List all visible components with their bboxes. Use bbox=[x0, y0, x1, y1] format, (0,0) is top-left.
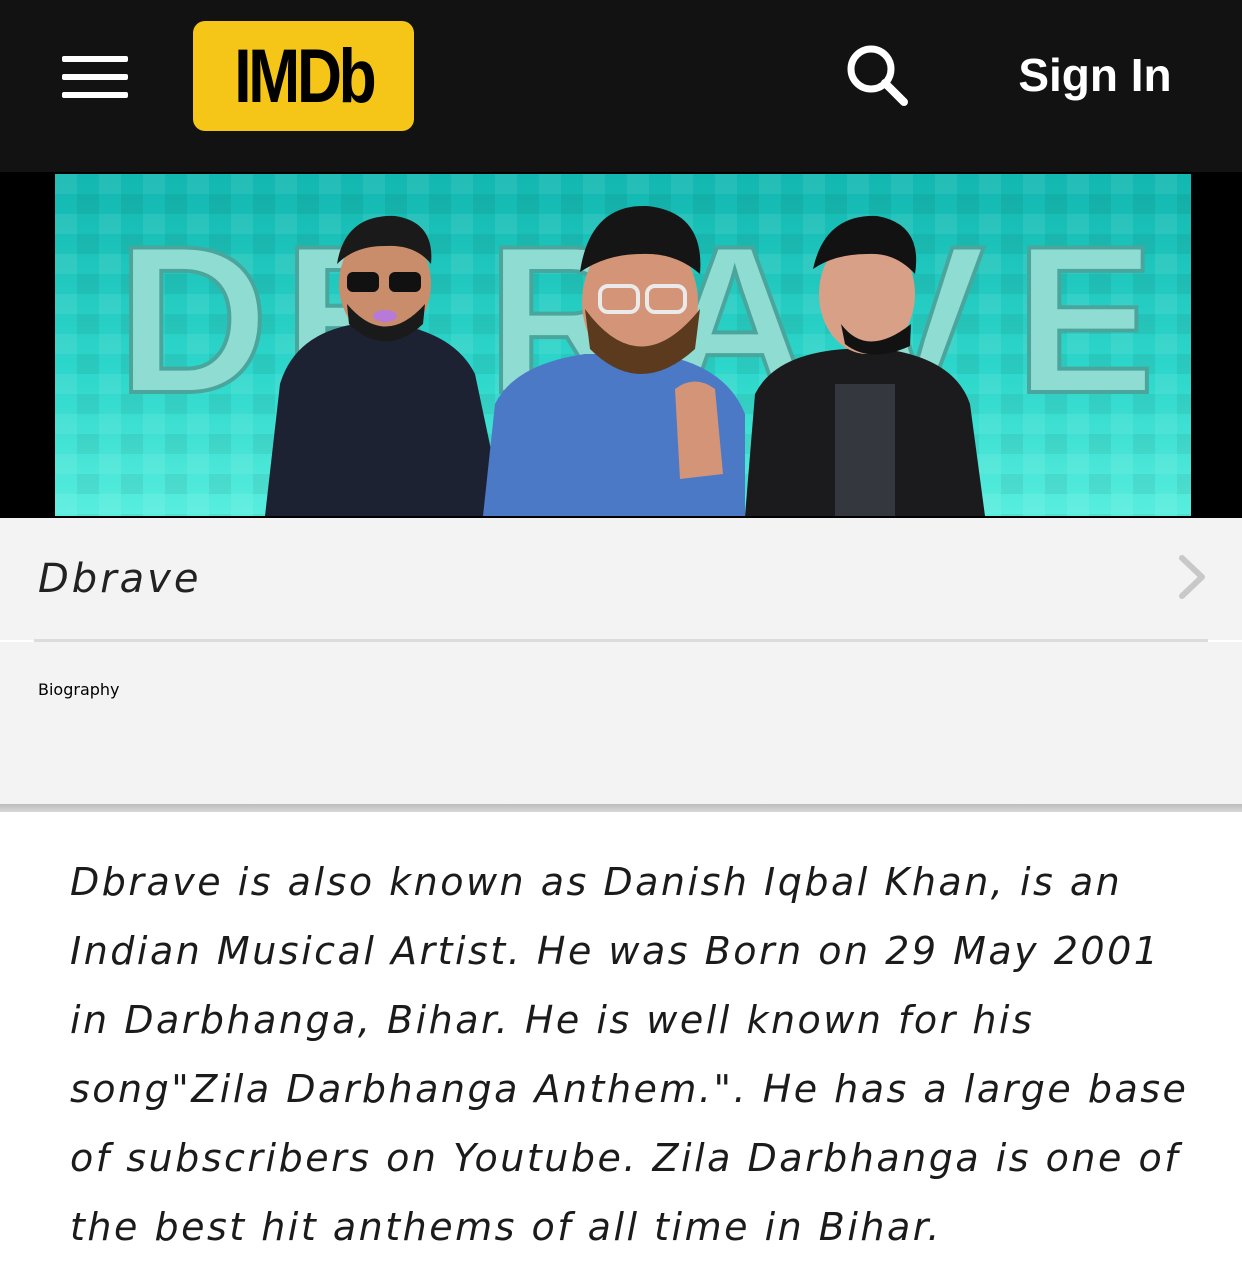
section-divider bbox=[0, 804, 1242, 812]
artist-name: Dbrave bbox=[38, 556, 202, 602]
search-icon[interactable] bbox=[842, 40, 912, 110]
artist-banner-image: D B R A V E bbox=[55, 174, 1191, 516]
svg-text:D: D bbox=[117, 202, 269, 437]
chevron-right-icon[interactable] bbox=[1172, 552, 1212, 602]
section-header bbox=[0, 642, 1242, 806]
sign-in-button[interactable]: Sign In bbox=[1000, 42, 1190, 108]
top-navigation-bar: IMDb Sign In bbox=[0, 0, 1242, 172]
banner-container: D B R A V E bbox=[0, 172, 1242, 518]
artist-name-row[interactable]: Dbrave bbox=[0, 518, 1242, 640]
hamburger-menu-icon[interactable] bbox=[62, 52, 130, 100]
imdb-logo[interactable]: IMDb bbox=[193, 21, 414, 131]
logo-text: IMDb bbox=[233, 33, 376, 119]
svg-text:E: E bbox=[1015, 202, 1155, 437]
section-title: Biography bbox=[38, 680, 120, 699]
biography-text: Dbrave is also known as Danish Iqbal Kha… bbox=[70, 860, 1189, 1249]
